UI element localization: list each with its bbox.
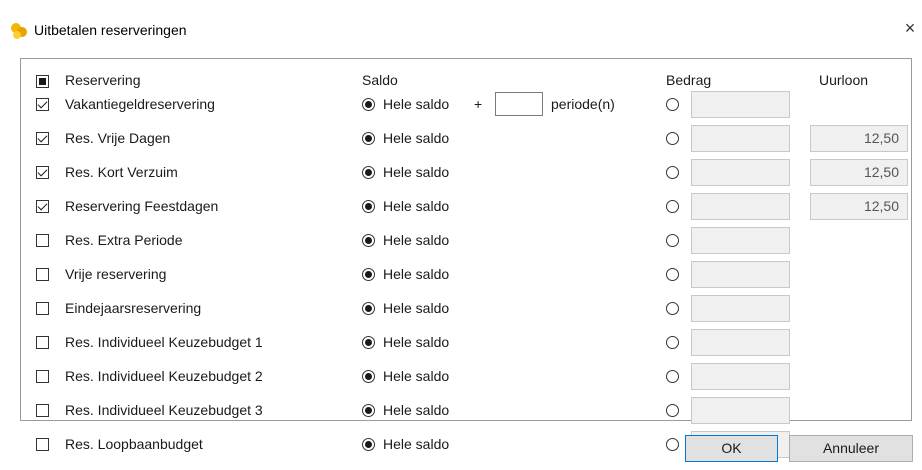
cancel-button[interactable]: Annuleer [789, 435, 913, 462]
reservation-label: Vakantiegeldreservering [65, 96, 215, 112]
bedrag-radio[interactable] [666, 166, 679, 179]
reservation-checkbox[interactable] [36, 370, 49, 383]
hele-saldo-radio[interactable] [362, 336, 375, 349]
hele-saldo-label: Hele saldo [383, 266, 450, 282]
reservation-row: Res. Extra Periode Hele saldo [0, 224, 922, 258]
reservation-label: Eindejaarsreservering [65, 300, 202, 316]
reservation-row: Eindejaarsreservering Hele saldo [0, 292, 922, 326]
reservation-row: Res. Vrije Dagen Hele saldo 12,50 [0, 122, 922, 156]
reservation-checkbox[interactable] [36, 336, 49, 349]
hele-saldo-label: Hele saldo [383, 368, 450, 384]
reservation-row: Res. Individueel Keuzebudget 1 Hele saldo [0, 326, 922, 360]
reservation-checkbox[interactable] [36, 98, 49, 111]
hele-saldo-radio[interactable] [362, 268, 375, 281]
bedrag-input[interactable] [691, 329, 790, 356]
reservation-label: Res. Individueel Keuzebudget 2 [65, 368, 263, 384]
hele-saldo-radio[interactable] [362, 438, 375, 451]
reservation-row: Reservering Feestdagen Hele saldo 12,50 [0, 190, 922, 224]
title-bar: Uitbetalen reserveringen × [0, 0, 922, 60]
close-icon[interactable]: × [898, 18, 922, 39]
reservation-checkbox[interactable] [36, 166, 49, 179]
bedrag-radio[interactable] [666, 200, 679, 213]
bedrag-radio[interactable] [666, 268, 679, 281]
bedrag-radio[interactable] [666, 336, 679, 349]
bedrag-input[interactable] [691, 159, 790, 186]
reservation-label: Vrije reservering [65, 266, 167, 282]
dialog-window: Uitbetalen reserveringen × Reservering S… [0, 0, 922, 470]
bedrag-input[interactable] [691, 125, 790, 152]
hele-saldo-label: Hele saldo [383, 232, 450, 248]
reservation-label: Reservering Feestdagen [65, 198, 219, 214]
reservation-label: Res. Individueel Keuzebudget 3 [65, 402, 263, 418]
reservation-checkbox[interactable] [36, 404, 49, 417]
hele-saldo-label: Hele saldo [383, 164, 450, 180]
select-all-checkbox[interactable] [36, 75, 49, 88]
ok-button[interactable]: OK [685, 435, 778, 462]
reservation-checkbox[interactable] [36, 234, 49, 247]
reservation-row: Res. Individueel Keuzebudget 3 Hele saldo [0, 394, 922, 428]
hele-saldo-radio[interactable] [362, 370, 375, 383]
hele-saldo-label: Hele saldo [383, 130, 450, 146]
reservation-checkbox[interactable] [36, 132, 49, 145]
bedrag-input[interactable] [691, 261, 790, 288]
reservation-row: Res. Loopbaanbudget Hele saldo [0, 428, 922, 462]
bedrag-radio[interactable] [666, 302, 679, 315]
bedrag-input[interactable] [691, 295, 790, 322]
reservation-checkbox[interactable] [36, 438, 49, 451]
bedrag-radio[interactable] [666, 404, 679, 417]
bedrag-radio[interactable] [666, 370, 679, 383]
bedrag-radio[interactable] [666, 438, 679, 451]
hele-saldo-radio[interactable] [362, 200, 375, 213]
bedrag-radio[interactable] [666, 234, 679, 247]
hele-saldo-label: Hele saldo [383, 96, 450, 112]
bedrag-input[interactable] [691, 397, 790, 424]
hele-saldo-radio[interactable] [362, 302, 375, 315]
reservation-label: Res. Vrije Dagen [65, 130, 171, 146]
hele-saldo-label: Hele saldo [383, 198, 450, 214]
bedrag-input[interactable] [691, 193, 790, 220]
bedrag-input[interactable] [691, 91, 790, 118]
reservation-checkbox[interactable] [36, 200, 49, 213]
uurloon-input[interactable]: 12,50 [810, 159, 908, 186]
uurloon-input[interactable]: 12,50 [810, 193, 908, 220]
hele-saldo-label: Hele saldo [383, 334, 450, 350]
period-label: periode(n) [551, 96, 615, 112]
hele-saldo-label: Hele saldo [383, 436, 450, 452]
reservation-label: Res. Loopbaanbudget [65, 436, 203, 452]
bedrag-input[interactable] [691, 227, 790, 254]
hele-saldo-radio[interactable] [362, 98, 375, 111]
reservation-row: Res. Kort Verzuim Hele saldo 12,50 [0, 156, 922, 190]
reservation-row: Vrije reservering Hele saldo [0, 258, 922, 292]
bedrag-radio[interactable] [666, 98, 679, 111]
uurloon-input[interactable]: 12,50 [810, 125, 908, 152]
reservation-label: Res. Individueel Keuzebudget 1 [65, 334, 263, 350]
hele-saldo-radio[interactable] [362, 404, 375, 417]
reservation-row: Res. Individueel Keuzebudget 2 Hele saldo [0, 360, 922, 394]
reservation-checkbox[interactable] [36, 302, 49, 315]
hele-saldo-label: Hele saldo [383, 402, 450, 418]
bedrag-input[interactable] [691, 363, 790, 390]
hele-saldo-radio[interactable] [362, 166, 375, 179]
hele-saldo-label: Hele saldo [383, 300, 450, 316]
coins-icon [10, 22, 28, 40]
bedrag-radio[interactable] [666, 132, 679, 145]
period-input[interactable] [495, 92, 543, 116]
hele-saldo-radio[interactable] [362, 234, 375, 247]
reservation-label: Res. Extra Periode [65, 232, 183, 248]
reservation-row: Vakantiegeldreservering Hele saldo + period… [0, 88, 922, 122]
reservation-checkbox[interactable] [36, 268, 49, 281]
hele-saldo-radio[interactable] [362, 132, 375, 145]
period-plus: + [474, 96, 483, 112]
window-title: Uitbetalen reserveringen [34, 22, 187, 38]
reservation-label: Res. Kort Verzuim [65, 164, 178, 180]
